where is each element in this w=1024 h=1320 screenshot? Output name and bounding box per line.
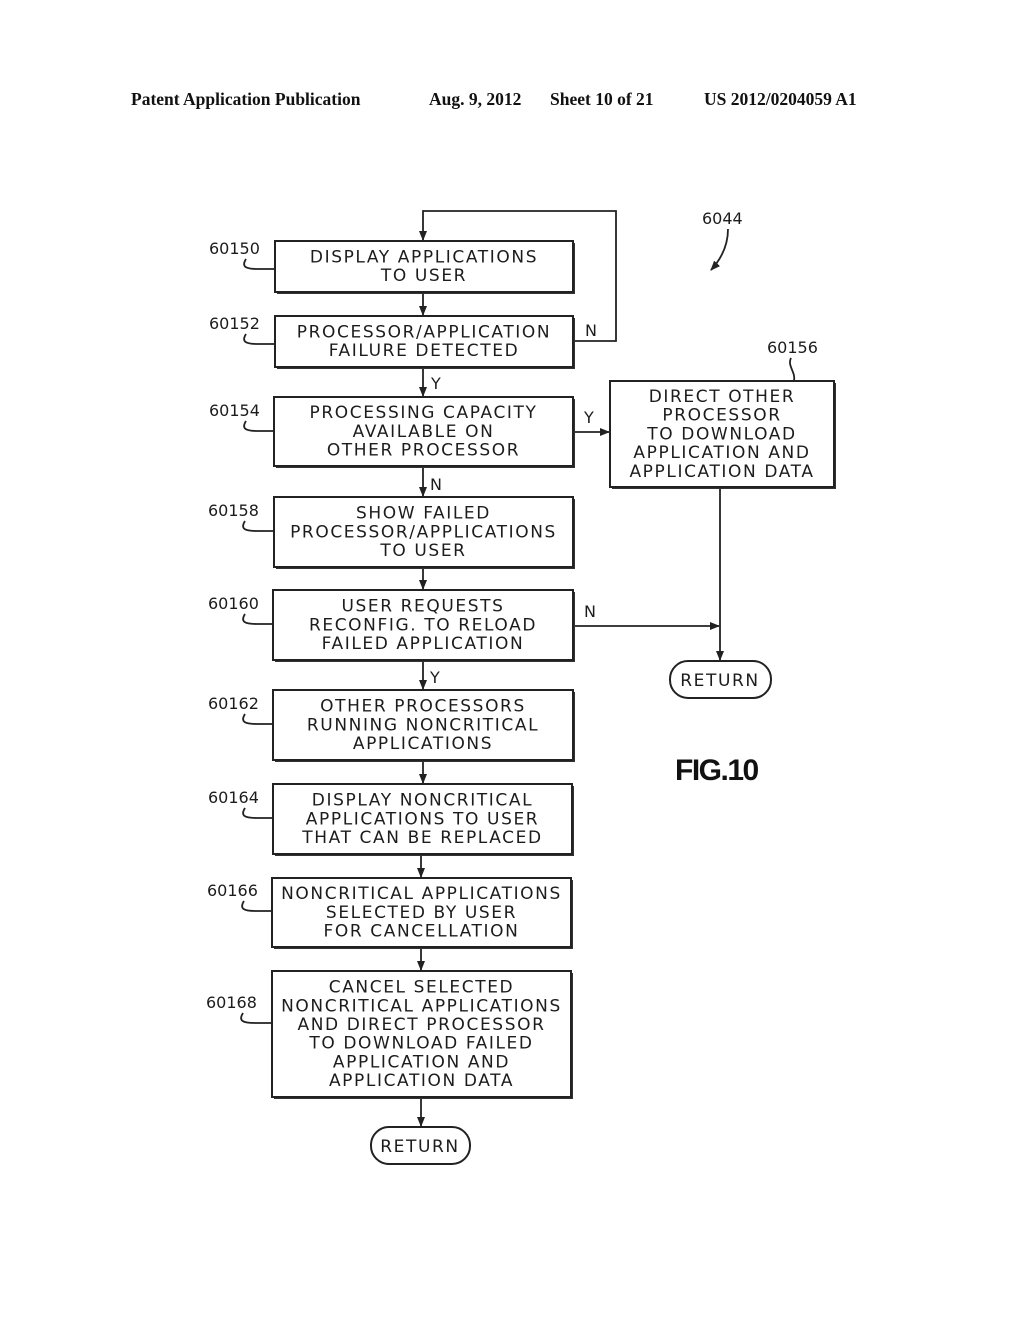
step-reference-number: 60162 (208, 694, 259, 713)
process-box-text-line: FOR CANCELLATION (324, 922, 520, 942)
process-box-text-line: OTHER PROCESSORS (320, 697, 526, 717)
figure-reference: 6044 (702, 209, 743, 228)
reference-leader-line (243, 420, 274, 432)
process-box-text-line: RECONFIG. TO RELOAD (309, 615, 537, 635)
return-label: RETURN (680, 671, 760, 691)
branch-label-no: N (585, 321, 597, 340)
branch-label-no: N (430, 475, 442, 494)
process-box-text-line: PROCESSING CAPACITY (310, 403, 538, 423)
process-box-60152: PROCESSOR/APPLICATIONFAILURE DETECTED 601… (209, 314, 575, 369)
process-box-text-line: USER REQUESTS (341, 597, 504, 617)
process-box-text-line: APPLICATION DATA (329, 1071, 514, 1091)
return-terminal-bottom: RETURN (370, 1126, 471, 1165)
process-box-60164: DISPLAY NONCRITICALAPPLICATIONS TO USERT… (208, 783, 574, 856)
reference-leader-line (243, 333, 275, 345)
step-reference-number: 60166 (207, 881, 258, 900)
process-box-text-line: OTHER PROCESSOR (327, 441, 520, 461)
process-box-text-line: NONCRITICAL APPLICATIONS (281, 996, 562, 1016)
process-box-text-line: DISPLAY NONCRITICAL (312, 791, 533, 811)
process-box-text-line: PROCESSOR/APPLICATIONS (290, 522, 557, 542)
step-reference-number: 60160 (208, 594, 259, 613)
process-box-60156: DIRECT OTHERPROCESSORTO DOWNLOADAPPLICAT… (609, 338, 836, 489)
process-box-text-line: TO USER (380, 266, 467, 286)
step-reference-number: 60152 (209, 314, 260, 333)
step-reference-number: 60150 (209, 239, 260, 258)
return-label: RETURN (380, 1137, 460, 1157)
reference-leader-line (242, 807, 273, 819)
process-box-text-line: TO DOWNLOAD (646, 424, 796, 444)
figure-label: FIG.10 (675, 754, 759, 787)
step-reference-number: 60158 (208, 501, 259, 520)
process-box-text-line: TO DOWNLOAD FAILED (308, 1034, 533, 1054)
process-box-text-line: THAT CAN BE REPLACED (301, 828, 542, 848)
process-box-text-line: AND DIRECT PROCESSOR (298, 1015, 546, 1035)
step-reference-number: 60164 (208, 788, 259, 807)
reference-leader-line (240, 1012, 272, 1024)
process-box-text-line: NONCRITICAL APPLICATIONS (281, 884, 562, 904)
process-box-text-line: APPLICATIONS (353, 734, 493, 754)
branch-label-yes: Y (583, 408, 594, 427)
reference-leader-line (242, 713, 273, 725)
branch-label-yes: Y (430, 374, 441, 393)
process-box-text-line: DIRECT OTHER (649, 387, 796, 407)
reference-leader-line (242, 520, 274, 532)
process-box-text-line: TO USER (379, 541, 466, 561)
process-box-text-line: APPLICATION AND (633, 443, 810, 463)
reference-leader-line (789, 357, 796, 382)
process-box-60154: PROCESSING CAPACITYAVAILABLE ONOTHER PRO… (209, 396, 575, 468)
process-box-text-line: SELECTED BY USER (326, 903, 517, 923)
reference-leader-line (242, 613, 273, 625)
process-box-60150: DISPLAY APPLICATIONSTO USER 60150 (209, 239, 575, 294)
branch-label-no: N (584, 602, 596, 621)
step-reference-number: 60154 (209, 401, 260, 420)
process-box-text-line: FAILED APPLICATION (322, 634, 525, 654)
reference-leader-line (241, 900, 272, 912)
process-box-text-line: DISPLAY APPLICATIONS (310, 248, 538, 268)
process-box-text-line: APPLICATION DATA (629, 462, 814, 482)
process-box-text-line: APPLICATIONS TO USER (306, 809, 539, 829)
figure-reference-arrow (710, 228, 729, 271)
process-box-text-line: CANCEL SELECTED (329, 978, 515, 998)
process-box-60162: OTHER PROCESSORSRUNNING NONCRITICALAPPLI… (208, 689, 575, 762)
process-box-60158: SHOW FAILEDPROCESSOR/APPLICATIONSTO USER… (208, 496, 575, 569)
step-reference-number: 60168 (206, 993, 257, 1012)
flowchart: N Y Y N N Y DISPLAY APPLICATIONSTO USER6… (206, 209, 836, 1165)
process-box-60160: USER REQUESTSRECONFIG. TO RELOADFAILED A… (208, 589, 575, 662)
branch-label-yes: Y (429, 668, 440, 687)
process-box-text-line: RUNNING NONCRITICAL (307, 715, 539, 735)
process-box-text-line: PROCESSOR (662, 406, 781, 426)
process-box-text-line: PROCESSOR/APPLICATION (297, 323, 551, 343)
process-box-60168: CANCEL SELECTEDNONCRITICAL APPLICATIONSA… (206, 970, 573, 1099)
reference-leader-line (243, 258, 275, 270)
process-box-text-line: FAILURE DETECTED (329, 341, 520, 361)
process-box-60166: NONCRITICAL APPLICATIONSSELECTED BY USER… (207, 877, 573, 949)
process-box-text-line: AVAILABLE ON (353, 422, 495, 442)
return-terminal-right: RETURN (669, 660, 772, 699)
process-box-text-line: SHOW FAILED (356, 504, 491, 524)
process-box-text-line: APPLICATION AND (333, 1052, 510, 1072)
step-reference-number: 60156 (767, 338, 818, 357)
